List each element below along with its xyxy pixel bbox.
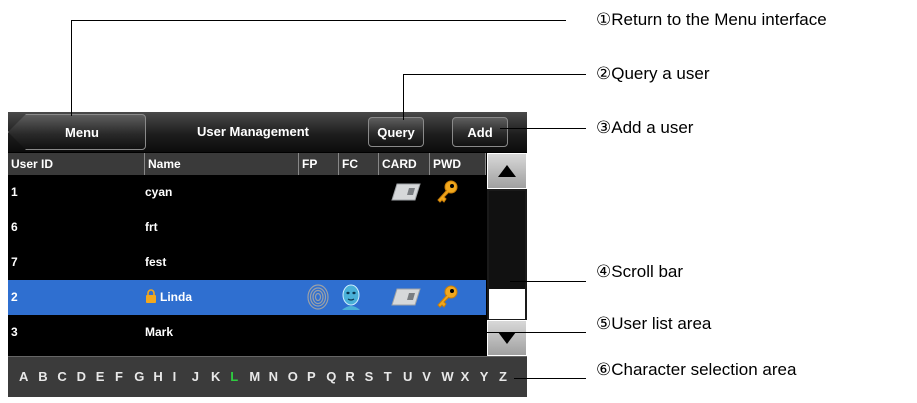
letter-v[interactable]: V bbox=[422, 369, 431, 384]
user-name-text: frt bbox=[145, 220, 158, 234]
col-fc: FC bbox=[339, 153, 379, 175]
key-icon bbox=[434, 284, 460, 310]
callout-line-2-v bbox=[403, 74, 404, 120]
user-id-cell: 2 bbox=[11, 290, 18, 304]
user-id-cell: 6 bbox=[11, 220, 18, 234]
col-user-id: User ID bbox=[8, 153, 145, 175]
callout-query-user: ②Query a user bbox=[596, 64, 710, 83]
face-icon bbox=[338, 284, 364, 310]
letter-y[interactable]: Y bbox=[480, 369, 489, 384]
letter-n[interactable]: N bbox=[269, 369, 278, 384]
user-list: 1 cyan 6 frt 7 fest 2 Linda 3 Mark bbox=[8, 175, 486, 350]
user-name-text: cyan bbox=[145, 185, 173, 199]
letter-u[interactable]: U bbox=[403, 369, 412, 384]
letter-p[interactable]: P bbox=[307, 369, 316, 384]
table-row[interactable]: 6 frt bbox=[8, 210, 486, 245]
table-row[interactable]: 1 cyan bbox=[8, 175, 486, 210]
user-id-cell: 1 bbox=[11, 185, 18, 199]
letter-q[interactable]: Q bbox=[326, 369, 336, 384]
letter-z[interactable]: Z bbox=[499, 369, 507, 384]
letter-l[interactable]: L bbox=[230, 369, 238, 384]
letter-m[interactable]: M bbox=[249, 369, 260, 384]
table-row[interactable]: 2 Linda bbox=[8, 280, 486, 315]
character-selection-bar: ABCDEFGHIJKLMNOPQRSTUVWXYZ bbox=[8, 356, 527, 397]
col-pwd: PWD bbox=[430, 153, 486, 175]
scrollbar[interactable] bbox=[487, 153, 527, 356]
col-name: Name bbox=[145, 153, 299, 175]
user-name-cell: Mark bbox=[145, 315, 173, 350]
letter-k[interactable]: K bbox=[211, 369, 220, 384]
menu-button[interactable]: Menu bbox=[8, 114, 146, 150]
callout-scroll-bar: ④Scroll bar bbox=[596, 262, 684, 281]
letter-f[interactable]: F bbox=[115, 369, 123, 384]
letter-e[interactable]: E bbox=[96, 369, 105, 384]
triangle-up-icon bbox=[498, 165, 516, 177]
user-name-text: fest bbox=[145, 255, 167, 269]
letter-s[interactable]: S bbox=[365, 369, 374, 384]
callout-user-list: ⑤User list area bbox=[596, 314, 712, 333]
letter-a[interactable]: A bbox=[19, 369, 28, 384]
query-button[interactable]: Query bbox=[368, 117, 424, 147]
letter-x[interactable]: X bbox=[461, 369, 470, 384]
letter-i[interactable]: I bbox=[173, 369, 177, 384]
scroll-thumb[interactable] bbox=[489, 289, 525, 319]
letter-g[interactable]: G bbox=[134, 369, 144, 384]
letter-r[interactable]: R bbox=[345, 369, 354, 384]
col-card: CARD bbox=[379, 153, 430, 175]
callout-line-4 bbox=[510, 281, 586, 282]
letter-o[interactable]: O bbox=[288, 369, 298, 384]
callout-line-5 bbox=[408, 332, 586, 333]
scroll-down-button[interactable] bbox=[487, 320, 527, 356]
user-name-text: Mark bbox=[145, 325, 174, 339]
table-row[interactable]: 7 fest bbox=[8, 245, 486, 280]
letter-h[interactable]: H bbox=[153, 369, 162, 384]
letter-d[interactable]: D bbox=[77, 369, 86, 384]
letter-c[interactable]: C bbox=[57, 369, 66, 384]
user-name-cell: Linda bbox=[145, 280, 192, 315]
letter-w[interactable]: W bbox=[441, 369, 453, 384]
callout-return-menu: ①Return to the Menu interface bbox=[596, 10, 827, 29]
letter-b[interactable]: B bbox=[38, 369, 47, 384]
user-name-cell: cyan bbox=[145, 175, 172, 210]
lock-icon bbox=[145, 282, 157, 317]
callout-line-1-h bbox=[71, 20, 566, 21]
add-user-button[interactable]: Add bbox=[452, 117, 508, 147]
user-name-text: Linda bbox=[160, 290, 192, 304]
user-id-cell: 7 bbox=[11, 255, 18, 269]
user-management-screen: Menu User Management Query Add User ID N… bbox=[8, 112, 527, 397]
key-icon bbox=[434, 179, 460, 205]
user-name-cell: frt bbox=[145, 210, 158, 245]
callout-line-6 bbox=[514, 378, 586, 379]
letter-j[interactable]: J bbox=[192, 369, 199, 384]
callout-line-2-h bbox=[403, 74, 586, 75]
toolbar: Menu User Management Query Add bbox=[8, 112, 527, 153]
callout-character-selection: ⑥Character selection area bbox=[596, 360, 797, 379]
letter-t[interactable]: T bbox=[384, 369, 392, 384]
callout-line-3 bbox=[500, 128, 586, 129]
user-name-cell: fest bbox=[145, 245, 166, 280]
user-id-cell: 3 bbox=[11, 325, 18, 339]
triangle-down-icon bbox=[498, 332, 516, 344]
menu-button-label: Menu bbox=[65, 124, 99, 140]
callout-add-user: ③Add a user bbox=[596, 118, 694, 137]
table-header: User ID Name FP FC CARD PWD bbox=[8, 153, 486, 175]
screen-title: User Management bbox=[197, 124, 309, 139]
col-fp: FP bbox=[299, 153, 339, 175]
card-icon bbox=[391, 182, 421, 208]
callout-line-1-v bbox=[71, 20, 72, 116]
card-icon bbox=[391, 287, 421, 313]
fingerprint-icon bbox=[305, 284, 331, 310]
scroll-up-button[interactable] bbox=[487, 153, 527, 189]
